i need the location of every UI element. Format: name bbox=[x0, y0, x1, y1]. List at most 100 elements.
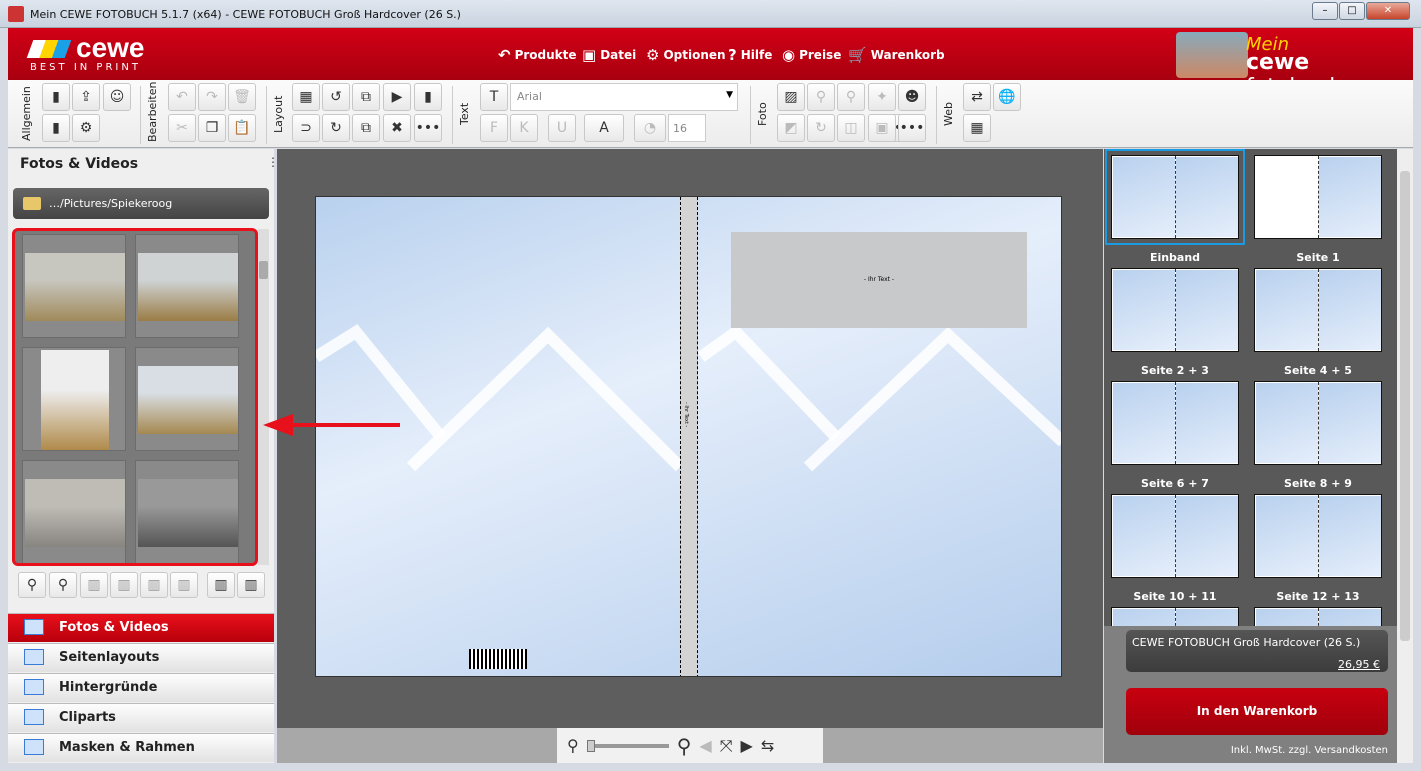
export-photo-button[interactable]: ▥ bbox=[237, 572, 265, 598]
underline-icon: U bbox=[556, 120, 568, 136]
minimize-button[interactable]: – bbox=[1312, 2, 1338, 20]
save-as-button[interactable]: ▮ bbox=[42, 114, 70, 142]
web-share-button[interactable]: ⇄ bbox=[963, 83, 991, 111]
zoom-in-icon[interactable]: ⚲ bbox=[677, 734, 692, 758]
photo-thumbnail[interactable] bbox=[22, 234, 126, 338]
nav-tab-seitenlayouts[interactable]: Seitenlayouts bbox=[8, 643, 274, 672]
bold-button[interactable]: F bbox=[480, 114, 508, 142]
datei-icon: ▣ bbox=[582, 46, 597, 64]
magnet-button[interactable]: ⊃ bbox=[292, 114, 320, 142]
to-front-button[interactable]: ⧉ bbox=[352, 114, 380, 142]
redo-button[interactable]: ↷ bbox=[198, 83, 226, 111]
add-photo-button[interactable]: ▨ bbox=[777, 83, 805, 111]
zoom-out-icon[interactable]: ⚲ bbox=[567, 736, 579, 755]
layout-d-button[interactable]: ▥ bbox=[170, 572, 198, 598]
menu-warenkorb[interactable]: 🛒 Warenkorb bbox=[848, 46, 945, 64]
web-globe-button[interactable]: 🌐 bbox=[993, 83, 1021, 111]
page-swap-icon[interactable]: ⇆ bbox=[761, 736, 774, 755]
arrow-head bbox=[263, 414, 293, 436]
avatar-button[interactable]: ☺ bbox=[103, 83, 131, 111]
layout-a-button[interactable]: ▥ bbox=[80, 572, 108, 598]
layout-c-button[interactable]: ▥ bbox=[140, 572, 168, 598]
photo-thumbnail[interactable] bbox=[22, 460, 126, 563]
photo-thumbnail[interactable] bbox=[22, 347, 126, 451]
menu-label: Preise bbox=[799, 48, 842, 62]
underline-button[interactable]: U bbox=[548, 114, 576, 142]
export-button[interactable]: ⇪ bbox=[72, 83, 100, 111]
maximize-button[interactable]: □ bbox=[1339, 2, 1365, 20]
book-spine[interactable]: - Ihr Text - bbox=[680, 197, 698, 676]
zoom-slider[interactable] bbox=[586, 739, 669, 752]
close-button[interactable]: ✕ bbox=[1366, 2, 1410, 20]
zoom-out-button[interactable]: ⚲ bbox=[18, 572, 46, 598]
add-text-button[interactable]: T bbox=[480, 83, 508, 111]
text-color-button[interactable]: A bbox=[584, 114, 624, 142]
photo-thumbnail[interactable] bbox=[135, 347, 239, 451]
web-grid-button[interactable]: ▦ bbox=[963, 114, 991, 142]
page-thumbnail[interactable] bbox=[1254, 268, 1382, 352]
folder-selector[interactable]: …/Pictures/Spiekeroog bbox=[13, 188, 269, 219]
overview-scrollbar[interactable] bbox=[1397, 149, 1413, 763]
add-to-cart-button[interactable]: In den Warenkorb bbox=[1126, 688, 1388, 735]
price-link[interactable]: 26,95 € bbox=[1338, 658, 1380, 671]
zoom-in-button[interactable]: ⚲ bbox=[49, 572, 77, 598]
layout-b-button[interactable]: ▥ bbox=[110, 572, 138, 598]
split-button[interactable]: ◫ bbox=[837, 114, 865, 142]
to-back-button[interactable]: ⧉ bbox=[352, 83, 380, 111]
text-fill-button[interactable]: ◔ bbox=[634, 114, 666, 142]
zoom-in-photo-button[interactable]: ⚲ bbox=[837, 83, 865, 111]
page-thumbnail[interactable] bbox=[1254, 494, 1382, 578]
nav-tab-hintergründe[interactable]: Hintergründe bbox=[8, 673, 274, 702]
settings-button[interactable]: ⚙ bbox=[72, 114, 100, 142]
rotate-photo-button[interactable]: ↻ bbox=[807, 114, 835, 142]
more-photo-button[interactable]: ••• bbox=[898, 114, 926, 142]
zoom-out-photo-button[interactable]: ⚲ bbox=[807, 83, 835, 111]
photo-thumbnail[interactable] bbox=[135, 460, 239, 563]
group-label: Allgemein bbox=[20, 86, 33, 142]
menu-produkte[interactable]: ↶ Produkte bbox=[498, 46, 577, 64]
rotate-left-button[interactable]: ↺ bbox=[322, 83, 350, 111]
prev-page-icon[interactable]: ◀ bbox=[699, 736, 711, 755]
font-select[interactable]: Arial ▼ bbox=[510, 83, 738, 111]
face-button[interactable]: ☻ bbox=[898, 83, 926, 111]
menu-hilfe[interactable]: ? Hilfe bbox=[728, 46, 772, 64]
page-thumbnail[interactable] bbox=[1105, 149, 1245, 245]
page-thumbnail[interactable] bbox=[1254, 155, 1382, 239]
menu-optionen[interactable]: ⚙ Optionen bbox=[646, 46, 726, 64]
page-thumbnail[interactable] bbox=[1111, 268, 1239, 352]
grid-button[interactable]: ▦ bbox=[292, 83, 320, 111]
fit-icon[interactable]: ⤧ bbox=[720, 736, 733, 756]
photo-thumbnail[interactable] bbox=[135, 234, 239, 338]
page-thumbnail[interactable] bbox=[1254, 381, 1382, 465]
next-layout-button[interactable]: ▶ bbox=[383, 83, 411, 111]
next-page-icon[interactable]: ▶ bbox=[741, 736, 753, 755]
text-box[interactable]: - Ihr Text - bbox=[731, 232, 1027, 328]
group-label: Foto bbox=[756, 102, 769, 126]
page-thumbnail[interactable] bbox=[1111, 381, 1239, 465]
paste-button[interactable]: 📋 bbox=[228, 114, 256, 142]
menu-datei[interactable]: ▣ Datei bbox=[582, 46, 636, 64]
photo-scrollbar[interactable] bbox=[258, 229, 269, 565]
rotate-right-button[interactable]: ↻ bbox=[322, 114, 350, 142]
effects-button[interactable]: ✦ bbox=[868, 83, 896, 111]
copy-button[interactable]: ❐ bbox=[198, 114, 226, 142]
save-layout-button[interactable]: ▮ bbox=[414, 83, 442, 111]
menu-preise[interactable]: ◉ Preise bbox=[782, 46, 841, 64]
nav-tab-cliparts[interactable]: Cliparts bbox=[8, 703, 274, 732]
page-thumbnail[interactable] bbox=[1111, 494, 1239, 578]
nav-tab-masken-rahmen[interactable]: Masken & Rahmen bbox=[8, 733, 274, 762]
font-size-select[interactable]: 16 bbox=[668, 114, 706, 142]
italic-button[interactable]: K bbox=[510, 114, 538, 142]
cut-button[interactable]: ✂ bbox=[168, 114, 196, 142]
frame-button[interactable]: ▣ bbox=[868, 114, 896, 142]
save-button[interactable]: ▮ bbox=[42, 83, 70, 111]
nav-tab-fotos-videos[interactable]: Fotos & Videos bbox=[8, 613, 274, 642]
book-spread[interactable]: - Ihr Text - - Ihr Text - bbox=[315, 196, 1062, 677]
remove-layout-button[interactable]: ✖ bbox=[383, 114, 411, 142]
delete-button[interactable]: 🗑 bbox=[228, 83, 256, 111]
import-button[interactable]: ▥ bbox=[207, 572, 235, 598]
zoom-in-photo-icon: ⚲ bbox=[845, 89, 857, 105]
undo-button[interactable]: ↶ bbox=[168, 83, 196, 111]
fill-button[interactable]: ◩ bbox=[777, 114, 805, 142]
more-layout-button[interactable]: ••• bbox=[414, 114, 442, 142]
